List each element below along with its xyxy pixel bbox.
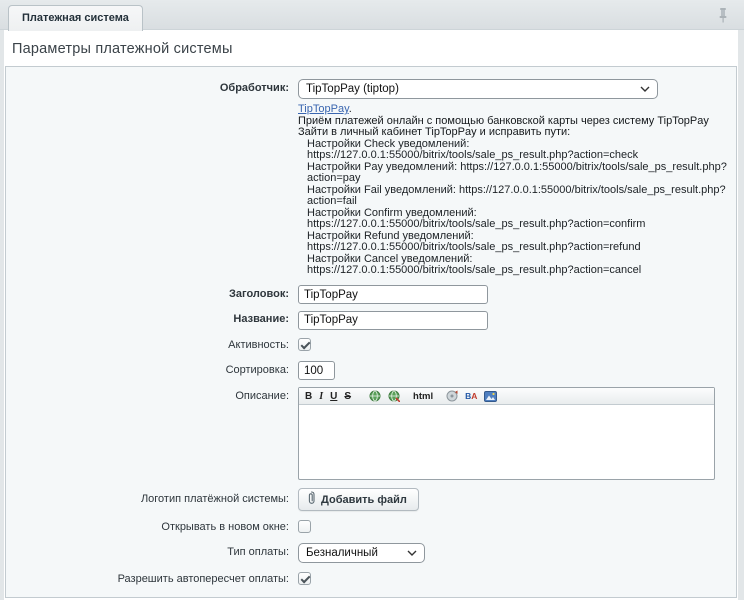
logo-label: Логотип платёжной системы: [6, 488, 298, 506]
active-label: Активность: [6, 336, 298, 352]
insert-link-icon[interactable] [369, 390, 381, 402]
pay-type-value: Безналичный [306, 547, 378, 559]
handler-desc-line2: Зайти в личный кабинет TipTopPay и испра… [298, 127, 736, 139]
description-textarea[interactable] [299, 405, 714, 479]
notification-url-cancel: Настройки Cancel уведомлений: https://12… [298, 254, 736, 277]
title-label: Заголовок: [6, 285, 298, 301]
remove-link-icon[interactable] [388, 390, 400, 402]
handler-label: Обработчик: [6, 79, 298, 95]
notification-url-fail: Настройки Fail уведомлений: https://127.… [298, 185, 736, 208]
handler-description: TipTopPay. Приём платежей онлайн с помощ… [298, 104, 736, 277]
print-checks-label: Разрешить печать чеков: [6, 595, 298, 598]
sort-input[interactable] [298, 361, 335, 380]
bold-icon[interactable]: B [305, 389, 312, 404]
underline-icon[interactable]: U [330, 389, 337, 404]
name-input[interactable] [298, 311, 488, 330]
notification-url-pay: Настройки Pay уведомлений: https://127.0… [298, 162, 736, 185]
tiptoppay-link[interactable]: TipTopPay [298, 103, 349, 115]
notification-url-refund: Настройки Refund уведомлений: https://12… [298, 231, 736, 254]
page-title: Параметры платежной системы [12, 41, 730, 57]
handler-select-value: TipTopPay (tiptop) [306, 83, 399, 95]
chevron-down-icon [407, 550, 417, 556]
video-icon[interactable] [446, 390, 458, 402]
auto-recalc-label: Разрешить автопересчет оплаты: [6, 570, 298, 586]
pay-type-select[interactable]: Безналичный [298, 543, 425, 563]
add-file-label: Добавить файл [321, 494, 407, 506]
description-editor: B I U S html [298, 387, 715, 480]
strikethrough-icon[interactable]: S [344, 389, 351, 404]
payment-system-form: Обработчик: TipTopPay (tiptop) TipTopPay… [5, 66, 737, 598]
html-mode-button[interactable]: html [413, 389, 433, 404]
print-checks-checkbox[interactable] [298, 597, 311, 598]
new-window-checkbox[interactable] [298, 520, 311, 533]
content-area: Параметры платежной системы Обработчик: … [4, 30, 738, 600]
link-suffix: . [349, 103, 352, 115]
title-input[interactable] [298, 285, 488, 304]
pay-type-label: Тип оплаты: [6, 543, 298, 559]
notification-url-confirm: Настройки Confirm уведомлений: https://1… [298, 208, 736, 231]
insert-image-icon[interactable] [484, 391, 497, 402]
paperclip-icon [307, 491, 316, 508]
auto-recalc-checkbox[interactable] [298, 572, 311, 585]
notification-url-check: Настройки Check уведомлений: https://127… [298, 139, 736, 162]
editor-toolbar: B I U S html [299, 388, 714, 405]
italic-icon[interactable]: I [319, 389, 323, 404]
active-checkbox[interactable] [298, 338, 311, 351]
new-window-label: Открывать в новом окне: [6, 518, 298, 534]
description-label: Описание: [6, 387, 298, 403]
tab-payment-system[interactable]: Платежная система [8, 5, 143, 31]
tab-label: Платежная система [22, 12, 129, 24]
add-file-button[interactable]: Добавить файл [298, 488, 419, 511]
translit-icon[interactable]: BA [465, 389, 477, 404]
handler-select[interactable]: TipTopPay (tiptop) [298, 79, 658, 99]
tab-bar: Платежная система [0, 0, 744, 30]
name-label: Название: [6, 310, 298, 326]
pin-icon[interactable] [716, 7, 730, 23]
chevron-down-icon [640, 86, 650, 92]
sort-label: Сортировка: [6, 361, 298, 377]
